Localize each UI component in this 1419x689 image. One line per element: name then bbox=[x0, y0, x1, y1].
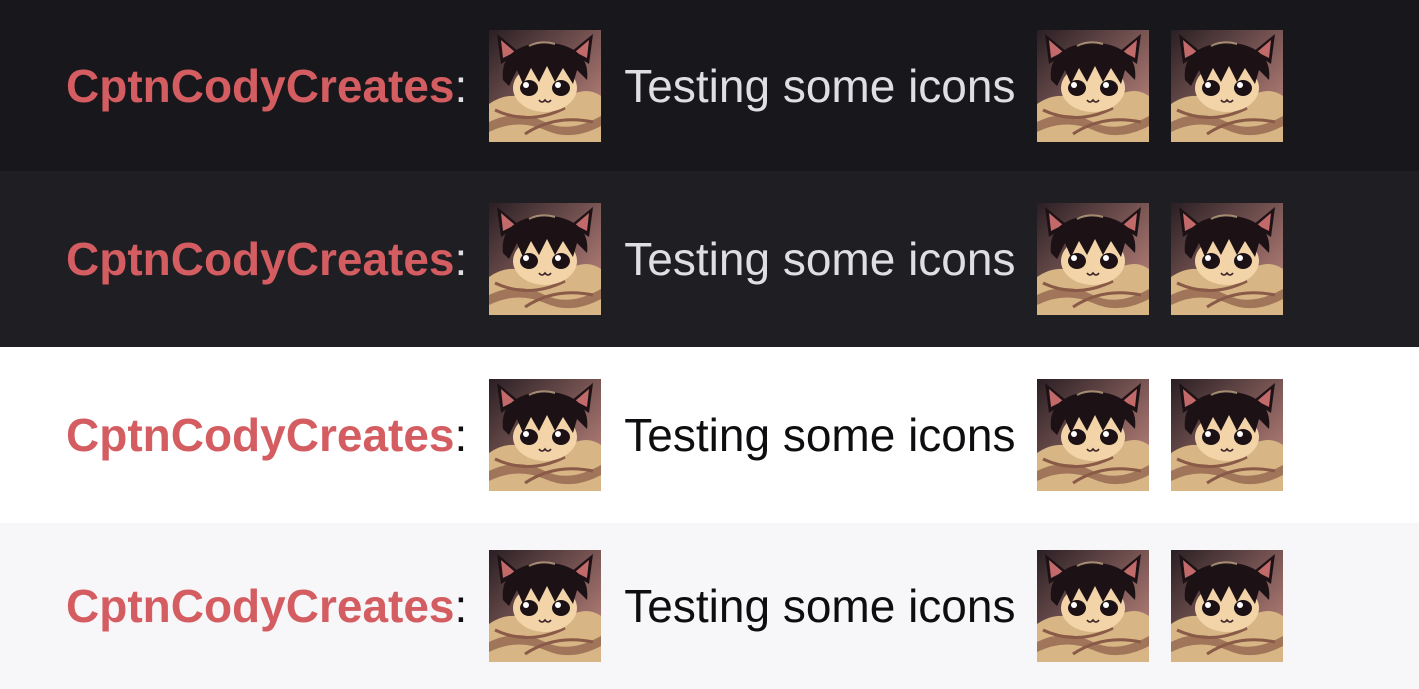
chat-username[interactable]: CptnCodyCreates bbox=[66, 412, 455, 458]
chat-message-text: Testing some icons bbox=[624, 409, 1016, 461]
chibi-catboy-icon[interactable] bbox=[1171, 203, 1284, 315]
chat-message-row: CptnCodyCreates : Testing some icons bbox=[0, 171, 1419, 347]
chat-message-row: CptnCodyCreates : Testing some icons bbox=[0, 0, 1419, 171]
chat-username[interactable]: CptnCodyCreates bbox=[66, 583, 455, 629]
chibi-catboy-icon[interactable] bbox=[1037, 203, 1150, 315]
chat-message-text: Testing some icons bbox=[624, 233, 1016, 285]
chat-message-row: CptnCodyCreates : Testing some icons bbox=[0, 347, 1419, 523]
username-separator: : bbox=[454, 580, 468, 632]
chibi-catboy-icon[interactable] bbox=[489, 550, 602, 662]
chibi-catboy-icon[interactable] bbox=[1037, 379, 1150, 491]
username-separator: : bbox=[454, 59, 468, 112]
chat-username[interactable]: CptnCodyCreates bbox=[66, 236, 455, 282]
chibi-catboy-icon[interactable] bbox=[1037, 550, 1150, 662]
chat-message-text: Testing some icons bbox=[624, 59, 1016, 112]
chibi-catboy-icon[interactable] bbox=[489, 29, 602, 142]
username-separator: : bbox=[454, 409, 468, 461]
chat-username[interactable]: CptnCodyCreates bbox=[66, 63, 455, 109]
chat-message-row: CptnCodyCreates : Testing some icons bbox=[0, 523, 1419, 689]
chibi-catboy-icon[interactable] bbox=[1037, 29, 1150, 142]
chat-preview-list: CptnCodyCreates : Testing some icons Cpt… bbox=[0, 0, 1419, 689]
chibi-catboy-icon[interactable] bbox=[1171, 550, 1284, 662]
chat-message-text: Testing some icons bbox=[624, 580, 1016, 632]
chibi-catboy-icon[interactable] bbox=[489, 379, 602, 491]
chibi-catboy-icon[interactable] bbox=[1171, 29, 1284, 142]
username-separator: : bbox=[454, 233, 468, 285]
chibi-catboy-icon[interactable] bbox=[1171, 379, 1284, 491]
chibi-catboy-icon[interactable] bbox=[489, 203, 602, 315]
